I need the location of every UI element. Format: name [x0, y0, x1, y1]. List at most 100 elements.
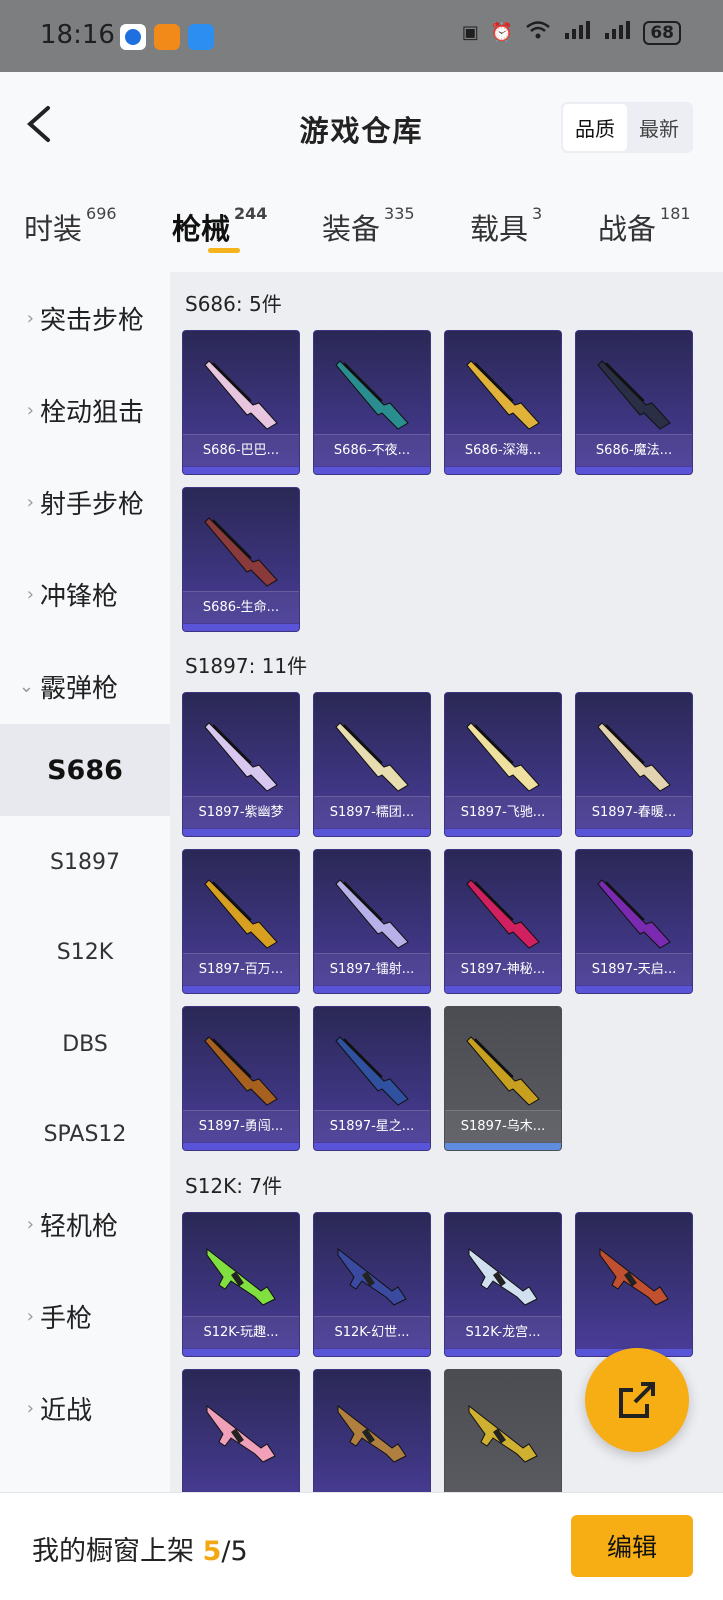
weapon-skin-image: [204, 722, 278, 792]
weapon-card[interactable]: S1897-神秘...: [444, 849, 562, 994]
sidebar-item-shotgun[interactable]: ⌄ 霰弹枪: [0, 640, 170, 732]
weapon-skin-image: [597, 879, 671, 949]
weapon-card[interactable]: [313, 1369, 431, 1492]
weapon-card[interactable]: S1897-紫幽梦: [182, 692, 300, 837]
sidebar-item-label: 冲锋枪: [40, 581, 119, 612]
weapon-card[interactable]: S1897-星之...: [313, 1006, 431, 1151]
weapon-card-label: S686-巴巴...: [183, 434, 299, 466]
sort-latest-button[interactable]: 最新: [627, 104, 691, 151]
weapon-card[interactable]: S686-巴巴...: [182, 330, 300, 475]
weapon-skin-image: [599, 1247, 669, 1306]
weapon-card-label: S1897-星之...: [314, 1110, 430, 1142]
weapon-card[interactable]: [182, 1369, 300, 1492]
tab-vehicles[interactable]: 载具 3: [470, 204, 542, 248]
sidebar-item-s686[interactable]: S686: [0, 724, 170, 816]
rarity-bar: [576, 829, 692, 836]
tab-fashion[interactable]: 时装 696: [24, 204, 117, 248]
sort-quality-button[interactable]: 品质: [563, 104, 627, 151]
weapon-skin-image: [466, 879, 540, 949]
sidebar: › 突击步枪 › 栓动狙击 › 射手步枪 › 冲锋枪 ⌄ 霰弹枪 S686 S1897 S…: [0, 272, 170, 1492]
sidebar-item-smg[interactable]: › 冲锋枪: [0, 548, 170, 640]
tab-equipment[interactable]: 装备 335: [322, 204, 415, 248]
section-title: S686: 5件: [185, 292, 282, 316]
sidebar-item-marksman-rifle[interactable]: › 射手步枪: [0, 456, 170, 548]
weapon-card-label: S686-深海...: [445, 434, 561, 466]
sidebar-item-label: 轻机枪: [40, 1211, 119, 1242]
weapon-skin-image: [337, 1247, 407, 1306]
app-notification-icon: [154, 24, 180, 50]
weapon-skin-image: [337, 1404, 407, 1463]
showcase-total: 5: [230, 1536, 248, 1567]
sidebar-item-assault-rifle[interactable]: › 突击步枪: [0, 272, 170, 364]
weapon-card[interactable]: S12K-幻世...: [313, 1212, 431, 1357]
tab-label: 载具: [470, 212, 529, 246]
sidebar-item-label: 手枪: [40, 1303, 93, 1334]
rarity-bar: [576, 467, 692, 474]
tab-supplies[interactable]: 战备 181: [598, 204, 691, 248]
weapon-card-label: S12K-玩趣...: [183, 1316, 299, 1348]
weapon-skin-image: [466, 360, 540, 430]
showcase-sep: /: [221, 1536, 231, 1567]
sidebar-item-melee[interactable]: › 近战: [0, 1362, 170, 1454]
sidebar-item-spas12[interactable]: SPAS12: [0, 1088, 170, 1180]
sidebar-item-s1897[interactable]: S1897: [0, 816, 170, 908]
weapon-skin-image: [466, 1036, 540, 1106]
weapon-card[interactable]: S1897-镭射...: [313, 849, 431, 994]
weapon-skin-image: [597, 360, 671, 430]
weapon-skin-image: [466, 722, 540, 792]
chevron-right-icon: ›: [26, 307, 34, 329]
edit-button[interactable]: 编辑: [571, 1515, 693, 1577]
chevron-right-icon: ›: [26, 1305, 34, 1327]
sidebar-item-s12k[interactable]: S12K: [0, 906, 170, 998]
weapon-card[interactable]: S1897-天启...: [575, 849, 693, 994]
status-bar: 18:16 ▣ ⏰ 68: [0, 0, 723, 72]
rarity-bar: [445, 986, 561, 993]
tab-weapons[interactable]: 枪械 244: [172, 204, 268, 248]
weapon-card[interactable]: S686-不夜...: [313, 330, 431, 475]
chevron-right-icon: ›: [26, 1213, 34, 1235]
weapon-skin-image: [335, 1036, 409, 1106]
showcase-label: 我的橱窗上架: [32, 1536, 194, 1567]
weapon-card-label: S1897-勇闯...: [183, 1110, 299, 1142]
sidebar-item-dbs[interactable]: DBS: [0, 998, 170, 1090]
weapon-card[interactable]: S1897-百万...: [182, 849, 300, 994]
weapon-card[interactable]: S686-深海...: [444, 330, 562, 475]
weapon-card-label: S686-生命...: [183, 591, 299, 623]
sort-toggle: 品质 最新: [561, 102, 693, 153]
weapon-card-label: S12K-幻世...: [314, 1316, 430, 1348]
weapon-skin-image: [206, 1247, 276, 1306]
rarity-bar: [445, 1143, 561, 1150]
weapon-card-label: S1897-乌木...: [445, 1110, 561, 1142]
weapon-card[interactable]: S1897-勇闯...: [182, 1006, 300, 1151]
weapon-card[interactable]: S1897-飞驰...: [444, 692, 562, 837]
weapon-card-label: S1897-飞驰...: [445, 796, 561, 828]
sidebar-item-label: 近战: [40, 1395, 93, 1426]
sidebar-item-pistol[interactable]: › 手枪: [0, 1270, 170, 1362]
rarity-bar: [445, 829, 561, 836]
weapon-card-label: S1897-天启...: [576, 953, 692, 985]
weapon-card[interactable]: S1897-乌木...: [444, 1006, 562, 1151]
weapon-card[interactable]: S12K-龙宫...: [444, 1212, 562, 1357]
weapon-card[interactable]: S1897-春暖...: [575, 692, 693, 837]
weapon-card[interactable]: S1897-糯团...: [313, 692, 431, 837]
sidebar-item-label: 射手步枪: [40, 489, 145, 520]
weapon-skin-image: [335, 360, 409, 430]
weapon-card[interactable]: S686-魔法...: [575, 330, 693, 475]
header: 游戏仓库 品质 最新: [0, 72, 723, 182]
active-tab-indicator: [208, 248, 240, 253]
sidebar-item-bolt-sniper[interactable]: › 栓动狙击: [0, 364, 170, 456]
sidebar-item-lmg[interactable]: › 轻机枪: [0, 1178, 170, 1270]
rarity-bar: [314, 829, 430, 836]
weapon-card[interactable]: S686-生命...: [182, 487, 300, 632]
weapon-card[interactable]: [444, 1369, 562, 1492]
tab-count: 335: [384, 204, 415, 223]
tab-count: 244: [234, 204, 268, 223]
weapon-card[interactable]: [575, 1212, 693, 1357]
sidebar-item-label: 霰弹枪: [40, 673, 119, 704]
nfc-icon: ▣: [461, 22, 479, 43]
share-button[interactable]: [585, 1348, 689, 1452]
rarity-bar: [314, 1143, 430, 1150]
rarity-bar: [445, 467, 561, 474]
weapon-card-label: S12K-龙宫...: [445, 1316, 561, 1348]
weapon-card[interactable]: S12K-玩趣...: [182, 1212, 300, 1357]
